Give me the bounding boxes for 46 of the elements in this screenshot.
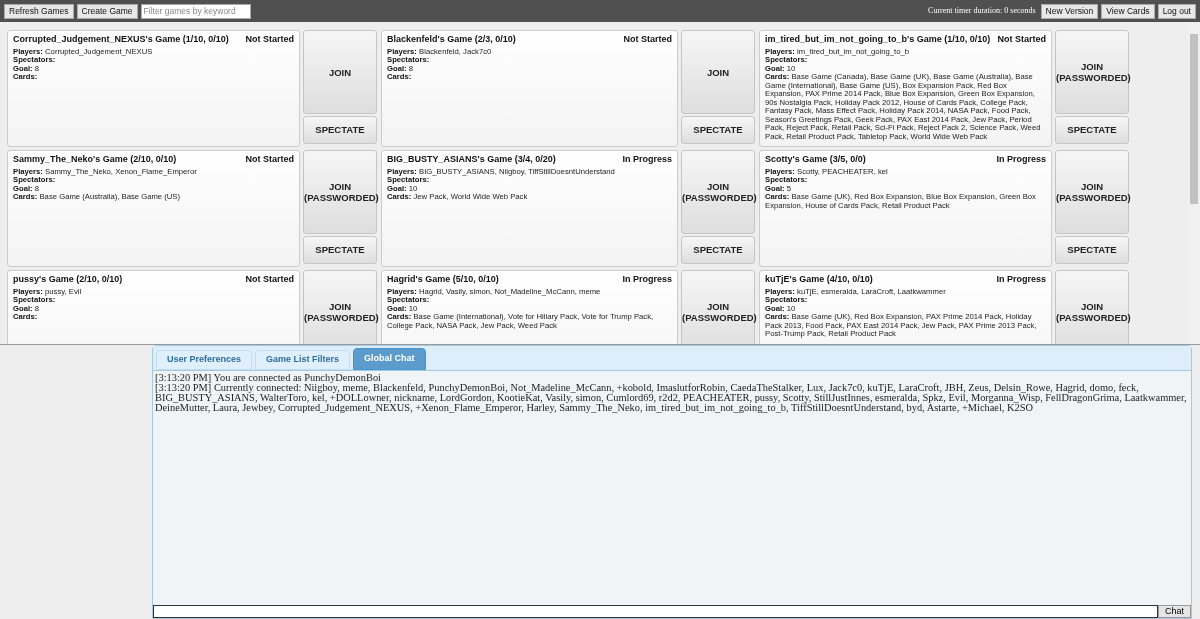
spectate-button[interactable]: SPECTATE	[303, 236, 377, 264]
game-status: In Progress	[622, 273, 672, 286]
game-title: Hagrid's Game (5/10, 0/10)	[387, 273, 499, 286]
join-button[interactable]: JOIN (PASSWORDED)	[1055, 30, 1129, 114]
tab[interactable]: User Preferences	[156, 350, 253, 370]
tab[interactable]: Game List Filters	[255, 350, 351, 370]
game-status: In Progress	[996, 273, 1046, 286]
spectate-button[interactable]: SPECTATE	[1055, 236, 1129, 264]
spectate-button[interactable]: SPECTATE	[681, 116, 755, 144]
join-button[interactable]: JOIN (PASSWORDED)	[303, 270, 377, 344]
game-status: Not Started	[997, 33, 1046, 46]
chat-input[interactable]	[153, 605, 1158, 618]
spectate-button[interactable]: SPECTATE	[1055, 116, 1129, 144]
game-title: Scotty's Game (3/5, 0/0)	[765, 153, 866, 166]
game-title: pussy's Game (2/10, 0/10)	[13, 273, 123, 286]
join-button[interactable]: JOIN (PASSWORDED)	[303, 150, 377, 234]
spectate-button[interactable]: SPECTATE	[681, 236, 755, 264]
toolbar-button[interactable]: Create Game	[76, 3, 138, 19]
game-title: Blackenfeld's Game (2/3, 0/10)	[387, 33, 516, 46]
toolbar-button[interactable]: New Version	[1040, 3, 1099, 19]
join-button[interactable]: JOIN (PASSWORDED)	[681, 270, 755, 344]
game-status: In Progress	[622, 153, 672, 166]
join-button[interactable]: JOIN (PASSWORDED)	[681, 150, 755, 234]
join-button[interactable]: JOIN (PASSWORDED)	[1055, 270, 1129, 344]
game-status: Not Started	[245, 273, 294, 286]
game-status: Not Started	[623, 33, 672, 46]
toolbar-button[interactable]: Log out	[1157, 3, 1196, 19]
game-title: im_tired_but_im_not_going_to_b's Game (1/10, 0/10)	[765, 33, 991, 46]
chat-message: [3:13:20 PM] Currently connected: Niigboy, meme, Blackenfeld, PunchyDemonBoi, Not_Madeline_McCann, +kobold, ImaslutforRobin, CaedaTheStalker, Lux, Jack7c0, kuTjE, LaraCroft, JBH, Zeus, Delsin_Rowe, Hagrid, domo, feck, BIG_BUSTY_ASIANS, WalterToro, kel, +DOLLowner, nickname, LordGordon, KootieKat, Vasily, simon, Cumlord69, r2d2, PEACHEATER, pussy, Scotty, StillJustInnes, esmeralda, Spkz, Evil, Morganna_Wisp, FellDragonGrima, Laatkwammer, DeineMutter, Laura, Jewbey, Corrupted_Judgement_NEXUS, +Xenon_Flame_Emperor, Harley, Sammy_The_Neko, im_tired_but_im_not_going_to_b, TiffStillDoesntUnderstand, byd, Astarte, +Michael, K2SO	[155, 383, 1188, 413]
join-button[interactable]: JOIN	[303, 30, 377, 114]
join-button[interactable]: JOIN	[681, 30, 755, 114]
join-button[interactable]: JOIN (PASSWORDED)	[1055, 150, 1129, 234]
game-title: Corrupted_Judgement_NEXUS's Game (1/10, 0/10)	[13, 33, 229, 46]
toolbar-button[interactable]: Refresh Games	[4, 3, 74, 19]
game-title: Sammy_The_Neko's Game (2/10, 0/10)	[13, 153, 177, 166]
game-title: kuTjE's Game (4/10, 0/10)	[765, 273, 873, 286]
toolbar-button[interactable]: View Cards	[1101, 3, 1155, 19]
chat-button[interactable]: Chat	[1158, 605, 1191, 618]
game-status: Not Started	[245, 33, 294, 46]
game-title: BIG_BUSTY_ASIANS's Game (3/4, 0/20)	[387, 153, 556, 166]
timer-text: Current timer duration: 0 seconds	[928, 5, 1036, 17]
game-status: Not Started	[245, 153, 294, 166]
game-status: In Progress	[996, 153, 1046, 166]
chat-message: [3:13:20 PM] You are connected as PunchyDemonBoi	[155, 373, 382, 383]
filter-field[interactable]: Filter games by keyword	[140, 3, 251, 19]
spectate-button[interactable]: SPECTATE	[303, 116, 377, 144]
